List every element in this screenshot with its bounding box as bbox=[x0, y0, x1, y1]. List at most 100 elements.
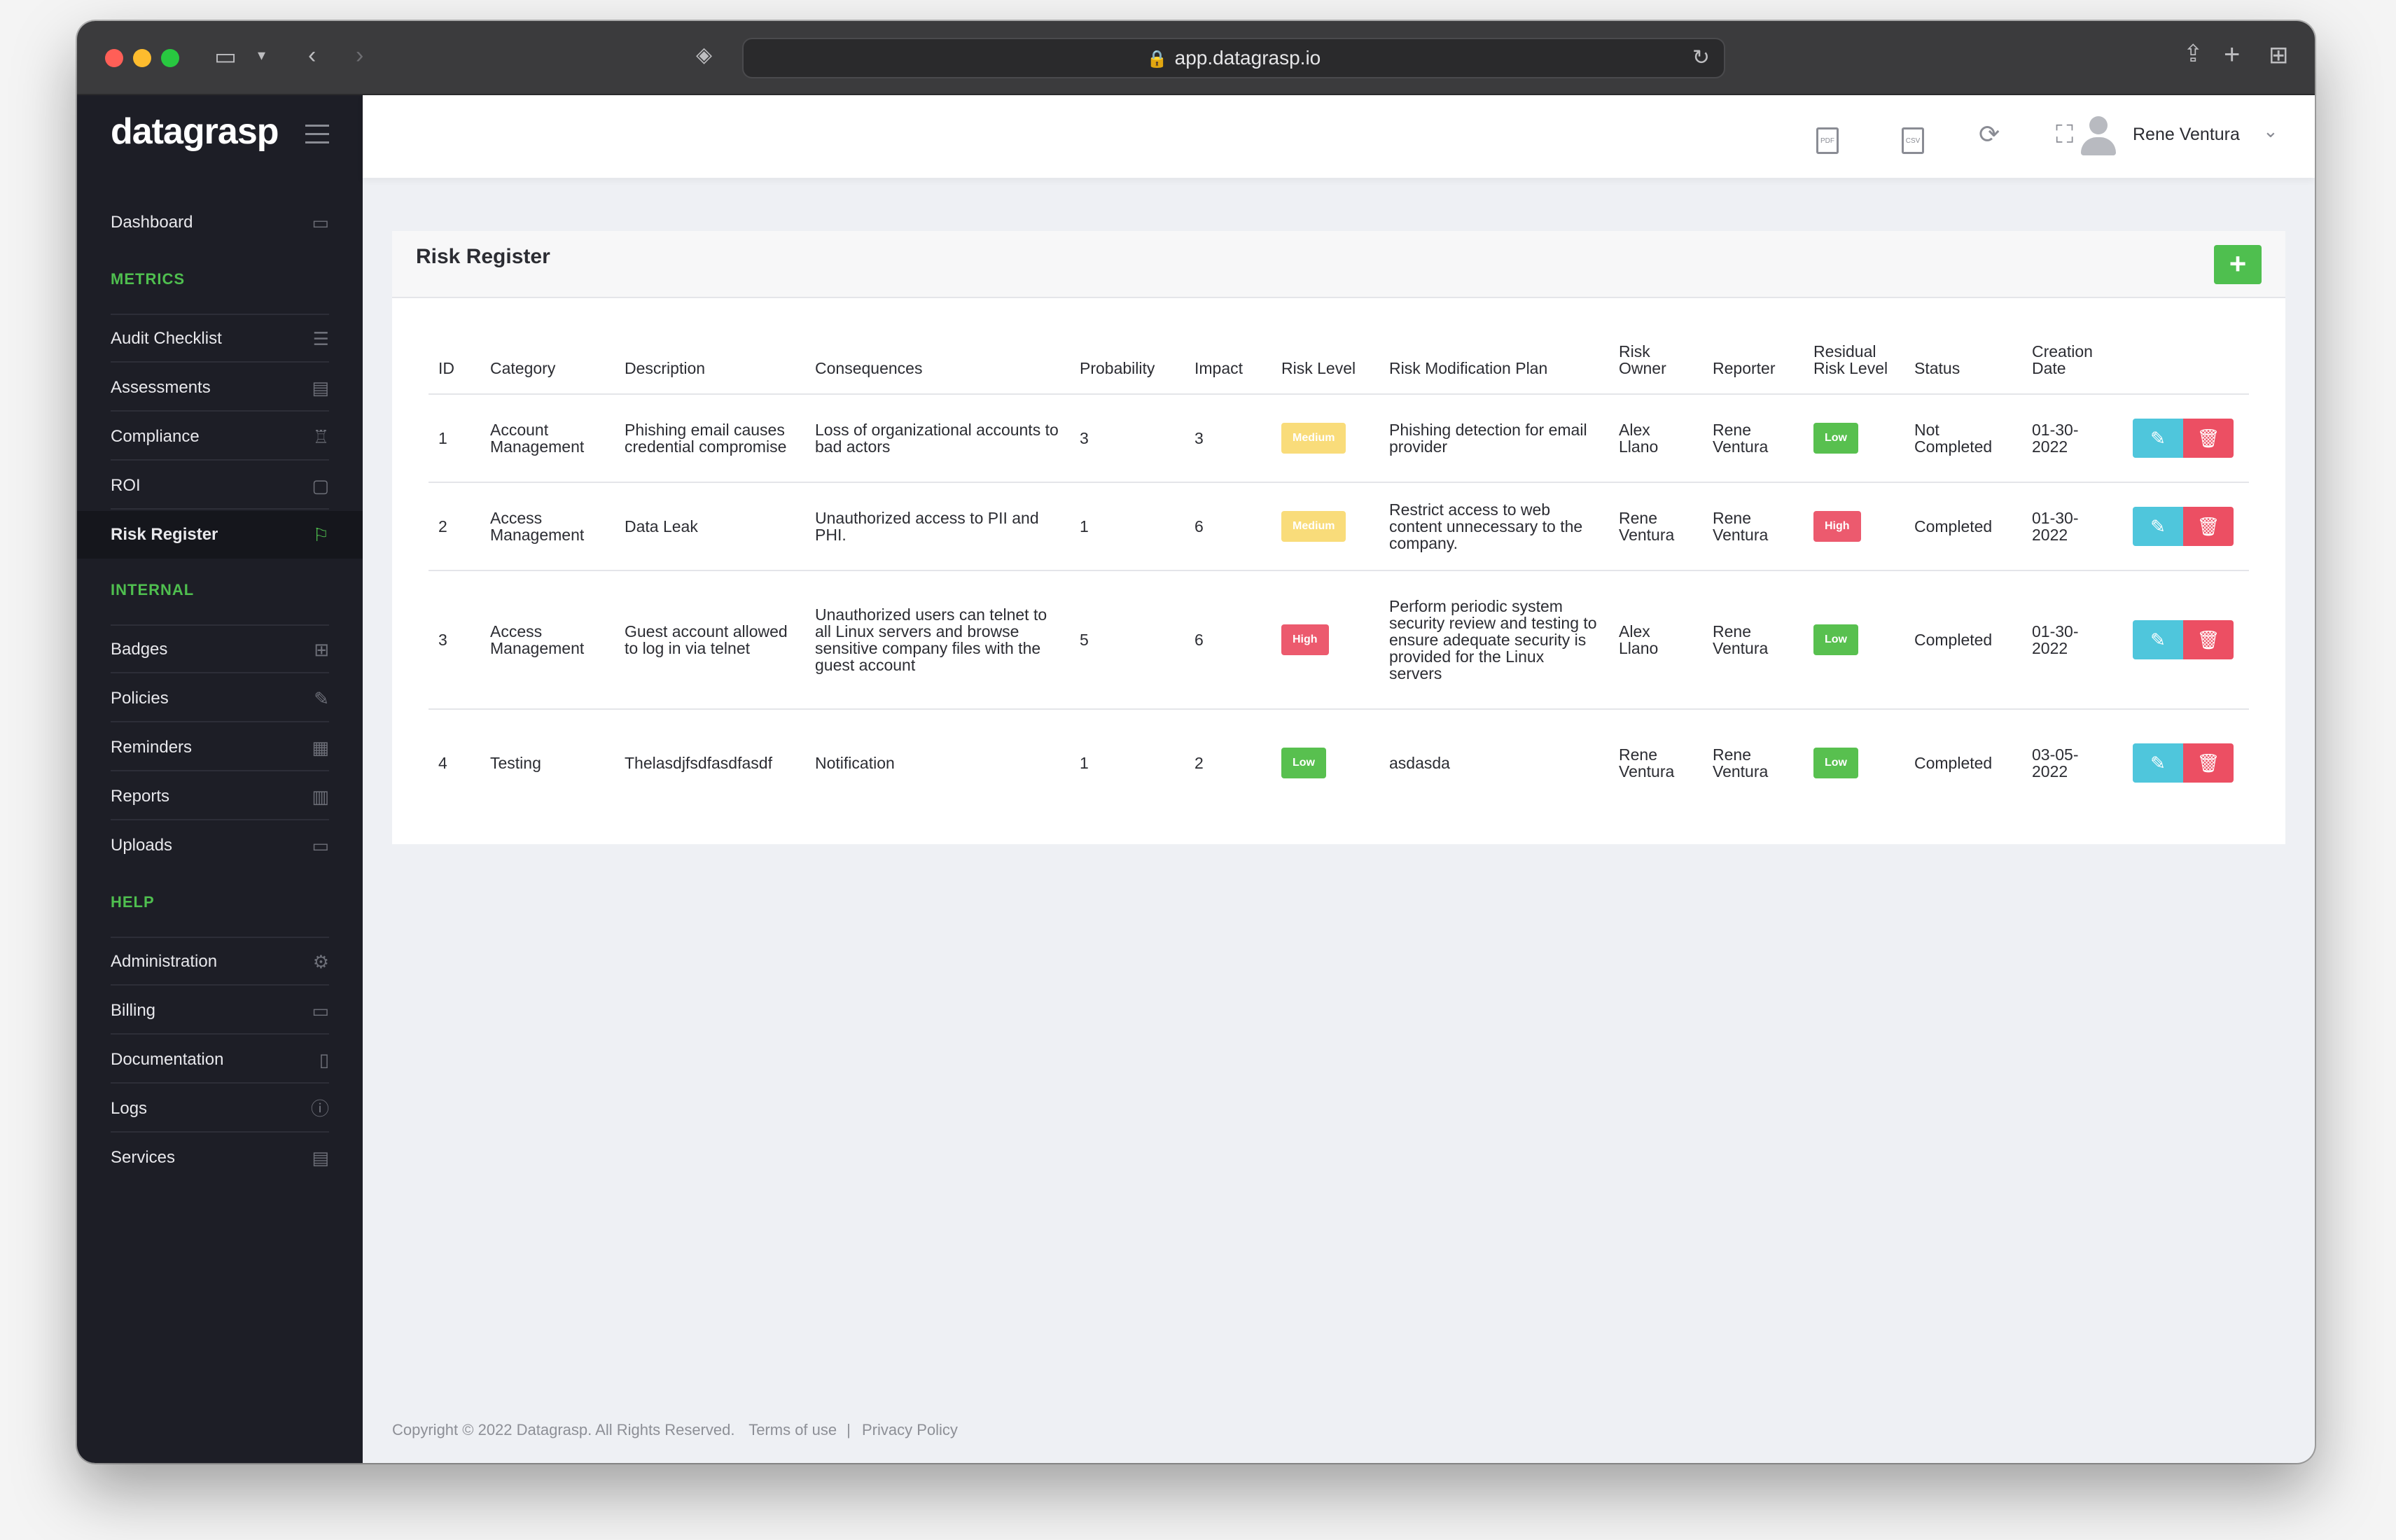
info-icon: ⓘ bbox=[310, 1098, 329, 1119]
cell-consequences: Unauthorized users can telnet to all Lin… bbox=[805, 570, 1070, 710]
cell-owner: Alex Llano bbox=[1609, 570, 1703, 710]
cell-plan: Perform periodic system security review … bbox=[1379, 570, 1609, 710]
table-header-row: ID Category Description Consequences Pro… bbox=[429, 343, 2249, 395]
new-tab-icon[interactable]: + bbox=[2224, 41, 2240, 69]
cell-risk-level: Medium bbox=[1272, 482, 1379, 571]
sidebar-toggle-icon[interactable]: ▭ bbox=[214, 45, 237, 69]
delete-button[interactable]: 🗑 bbox=[2183, 419, 2234, 458]
sidebar-item-uploads[interactable]: Uploads ▭ bbox=[111, 822, 329, 869]
sidebar-item-label: Billing bbox=[111, 1001, 156, 1020]
sidebar-item-label: Reminders bbox=[111, 738, 193, 757]
pdf-export-icon[interactable]: PDF bbox=[1816, 122, 1839, 154]
col-consequences[interactable]: Consequences bbox=[805, 343, 1070, 395]
cell-impact: 3 bbox=[1185, 394, 1272, 483]
edit-button[interactable]: ✎ bbox=[2133, 419, 2183, 458]
sidebar-item-reminders[interactable]: Reminders ▦ bbox=[111, 724, 329, 771]
avatar[interactable] bbox=[2080, 116, 2116, 155]
residual-risk-badge: Low bbox=[1813, 747, 1858, 778]
chevron-down-icon[interactable]: ▾ bbox=[258, 48, 265, 63]
chevron-down-icon[interactable]: ⌄ bbox=[2263, 120, 2278, 142]
delete-button[interactable]: 🗑 bbox=[2183, 507, 2234, 546]
share-icon[interactable]: ⇪ bbox=[2183, 42, 2203, 66]
edit-button[interactable]: ✎ bbox=[2133, 620, 2183, 659]
sidebar-item-services[interactable]: Services ▤ bbox=[111, 1134, 329, 1182]
cell-category: Access Management bbox=[480, 482, 615, 571]
cell-actions: ✎ 🗑 bbox=[2123, 709, 2249, 816]
sidebar-item-administration[interactable]: Administration ⚙ bbox=[111, 938, 329, 986]
sidebar-item-logs[interactable]: Logs ⓘ bbox=[111, 1085, 329, 1133]
sidebar-item-label: Audit Checklist bbox=[111, 329, 222, 348]
page-footer: Copyright © 2022 Datagrasp. All Rights R… bbox=[392, 1421, 958, 1438]
sidebar-item-documentation[interactable]: Documentation ▯ bbox=[111, 1036, 329, 1084]
residual-risk-badge: High bbox=[1813, 511, 1861, 542]
cell-actions: ✎ 🗑 bbox=[2123, 570, 2249, 710]
folder-icon: ▭ bbox=[312, 835, 329, 856]
cell-reporter: Rene Ventura bbox=[1703, 394, 1804, 483]
delete-button[interactable]: 🗑 bbox=[2183, 620, 2234, 659]
col-reporter[interactable]: Reporter bbox=[1703, 343, 1804, 395]
browser-toolbar: ▭ ▾ ‹ › ◈ 🔒 app.datagrasp.io ↻ ⇪ + ⊞ bbox=[77, 21, 2315, 95]
col-residual-risk-level[interactable]: Residual Risk Level bbox=[1804, 343, 1904, 395]
close-window-button[interactable] bbox=[105, 49, 123, 67]
refresh-icon[interactable]: ⟳ bbox=[1979, 122, 2000, 147]
edit-button[interactable]: ✎ bbox=[2133, 743, 2183, 783]
col-id[interactable]: ID bbox=[429, 343, 480, 395]
sidebar-item-compliance[interactable]: Compliance ♖ bbox=[111, 413, 329, 461]
col-risk-level[interactable]: Risk Level bbox=[1272, 343, 1379, 395]
cell-plan: Phishing detection for email provider bbox=[1379, 394, 1609, 483]
sidebar-item-risk-register[interactable]: Risk Register ⚐ bbox=[77, 511, 363, 559]
table-row: 1 Account Management Phishing email caus… bbox=[429, 394, 2249, 483]
back-icon[interactable]: ‹ bbox=[308, 43, 316, 67]
grid-icon: ⊞ bbox=[314, 639, 329, 660]
credit-card-icon: ▭ bbox=[312, 1000, 329, 1021]
sidebar-item-assessments[interactable]: Assessments ▤ bbox=[111, 364, 329, 412]
maximize-window-button[interactable] bbox=[161, 49, 179, 67]
shield-icon[interactable]: ◈ bbox=[696, 45, 712, 66]
col-category[interactable]: Category bbox=[480, 343, 615, 395]
lock-icon: 🔒 bbox=[1146, 50, 1168, 69]
cell-probability: 1 bbox=[1080, 753, 1089, 772]
copyright-text: Copyright © 2022 Datagrasp. All Rights R… bbox=[392, 1421, 735, 1438]
fullscreen-icon[interactable]: ⛶ bbox=[2056, 122, 2073, 147]
tab-overview-icon[interactable]: ⊞ bbox=[2269, 43, 2289, 67]
datagrasp-logo[interactable]: datagrasp bbox=[111, 111, 279, 153]
cell-reporter: Rene Ventura bbox=[1703, 482, 1804, 571]
sidebar-item-dashboard[interactable]: Dashboard ▭ bbox=[111, 199, 329, 246]
col-risk-owner[interactable]: Risk Owner bbox=[1609, 343, 1703, 395]
privacy-link[interactable]: Privacy Policy bbox=[862, 1421, 958, 1438]
col-status[interactable]: Status bbox=[1904, 343, 2022, 395]
hamburger-menu-icon[interactable] bbox=[305, 125, 329, 150]
col-impact[interactable]: Impact bbox=[1185, 343, 1272, 395]
cell-reporter: Rene Ventura bbox=[1703, 570, 1804, 710]
col-creation-date[interactable]: Creation Date bbox=[2022, 343, 2123, 395]
sidebar-item-billing[interactable]: Billing ▭ bbox=[111, 987, 329, 1035]
delete-button[interactable]: 🗑 bbox=[2183, 743, 2234, 783]
col-probability[interactable]: Probability bbox=[1070, 343, 1185, 395]
trash-icon: 🗑 bbox=[2196, 752, 2220, 774]
browser-window: ▭ ▾ ‹ › ◈ 🔒 app.datagrasp.io ↻ ⇪ + ⊞ data… bbox=[77, 21, 2315, 1463]
cell-status: Completed bbox=[1904, 482, 2022, 571]
col-actions bbox=[2123, 343, 2249, 395]
sidebar-item-policies[interactable]: Policies ✎ bbox=[111, 675, 329, 722]
sidebar-item-audit-checklist[interactable]: Audit Checklist ☰ bbox=[111, 315, 329, 363]
risk-level-badge: High bbox=[1281, 624, 1329, 655]
col-risk-modification-plan[interactable]: Risk Modification Plan bbox=[1379, 343, 1609, 395]
minimize-window-button[interactable] bbox=[133, 49, 151, 67]
add-risk-button[interactable]: + bbox=[2214, 245, 2262, 284]
csv-export-icon[interactable]: CSV bbox=[1902, 122, 1924, 154]
reload-icon[interactable]: ↻ bbox=[1692, 39, 1710, 77]
edit-button[interactable]: ✎ bbox=[2133, 507, 2183, 546]
col-description[interactable]: Description bbox=[615, 343, 805, 395]
cell-residual: Low bbox=[1804, 570, 1904, 710]
sidebar-item-roi[interactable]: ROI ▢ bbox=[111, 462, 329, 510]
sidebar-item-reports[interactable]: Reports ▥ bbox=[111, 773, 329, 820]
cell-status: Not Completed bbox=[1904, 394, 2022, 483]
sidebar-item-badges[interactable]: Badges ⊞ bbox=[111, 626, 329, 673]
table-row: 4 Testing Thelasdjfsdfasdfasdf Notificat… bbox=[429, 709, 2249, 816]
cell-description: Thelasdjfsdfasdfasdf bbox=[625, 753, 772, 772]
forward-icon[interactable]: › bbox=[356, 43, 363, 67]
cell-status: Completed bbox=[1904, 570, 2022, 710]
address-bar[interactable]: 🔒 app.datagrasp.io ↻ bbox=[742, 38, 1725, 78]
terms-link[interactable]: Terms of use bbox=[748, 1421, 837, 1438]
user-menu-name[interactable]: Rene Ventura bbox=[2133, 125, 2240, 145]
